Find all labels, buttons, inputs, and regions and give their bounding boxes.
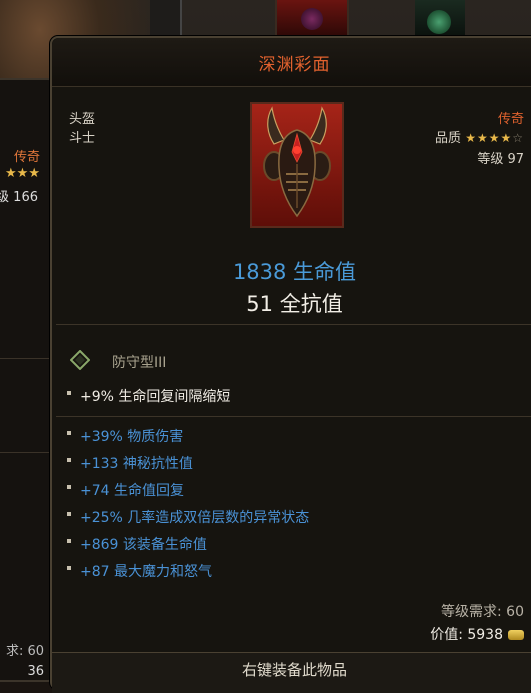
aspect-name: 防守型III [112, 355, 167, 371]
gold-coin-icon [508, 630, 524, 640]
helmet-icon [263, 106, 331, 218]
gem-icon [301, 8, 323, 30]
bullet-icon [67, 458, 71, 462]
compare-rarity: 传奇 [13, 150, 40, 165]
bullet-icon [67, 431, 71, 435]
compare-level-requirement: 求: 60 [5, 644, 44, 659]
item-icon [250, 102, 344, 228]
bullet-icon [67, 539, 71, 543]
item-class: 斗士 [69, 131, 96, 146]
affix-text: +25% 几率造成双倍层数的异常状态 [80, 510, 310, 526]
affix-line: +133 神秘抗性值 [67, 453, 193, 473]
gem-icon [427, 10, 451, 34]
affix-line: +25% 几率造成双倍层数的异常状态 [67, 507, 310, 527]
equip-action-bar[interactable]: 右键装备此物品 [52, 652, 531, 693]
base-affix: +9% 生命回复间隔缩短 [67, 386, 231, 406]
quality-stars-icon: ★★★★ [465, 131, 513, 145]
quality-star-empty-icon: ☆ [512, 131, 524, 145]
secondary-stat-resist: 51 全抗值 [246, 292, 343, 316]
affix-text: +39% 物质伤害 [80, 429, 184, 445]
affix-text: +87 最大魔力和怒气 [80, 564, 212, 580]
item-rarity: 传奇 [497, 112, 524, 127]
level-requirement: 等级需求: 60 [441, 604, 524, 620]
affix-text: +74 生命值回复 [80, 483, 184, 499]
divider [56, 324, 531, 325]
affix-line: +74 生命值回复 [67, 480, 184, 500]
quality-label: 品质 [435, 131, 462, 146]
price-text: 价值: 5938 [430, 627, 503, 643]
bullet-icon [67, 485, 71, 489]
item-quality: 品质 ★★★★☆ [435, 127, 524, 146]
equip-hint: 右键装备此物品 [241, 661, 347, 679]
background-frame [150, 0, 182, 36]
compare-quality-stars: ★★★ [5, 166, 40, 181]
bullet-icon [67, 391, 71, 395]
tooltip-header: 深渊彩面 [52, 38, 531, 87]
item-tooltip-panel: 深渊彩面 头盔 斗士 传奇 品质 ★★★★☆ 等级 97 1838 生命值 51… [50, 36, 531, 693]
affix-line: +869 该装备生命值 [67, 534, 207, 554]
affix-text: +869 该装备生命值 [80, 537, 207, 553]
affix-line: +39% 物质伤害 [67, 426, 184, 446]
divider [0, 452, 52, 453]
bullet-icon [67, 512, 71, 516]
background-equipment-slot-red [275, 0, 349, 40]
bullet-icon [67, 566, 71, 570]
affix-line: +87 最大魔力和怒气 [67, 561, 212, 581]
primary-stat-life: 1838 生命值 [232, 260, 357, 284]
compare-level: 级 166 [0, 190, 38, 205]
affix-text: +133 神秘抗性值 [80, 456, 193, 472]
compare-tooltip-panel: 传奇 ★★★ 级 166 求: 60 36 [0, 78, 54, 682]
item-level: 等级 97 [477, 152, 524, 167]
item-price: 价值: 5938 [430, 624, 524, 644]
item-slot-type: 头盔 [69, 112, 96, 127]
affix-text: +9% 生命回复间隔缩短 [80, 389, 231, 405]
divider [56, 416, 531, 417]
background-equipment-slot-green [415, 0, 465, 38]
diamond-icon [70, 350, 90, 370]
item-title: 深渊彩面 [258, 55, 331, 75]
divider [0, 358, 52, 359]
